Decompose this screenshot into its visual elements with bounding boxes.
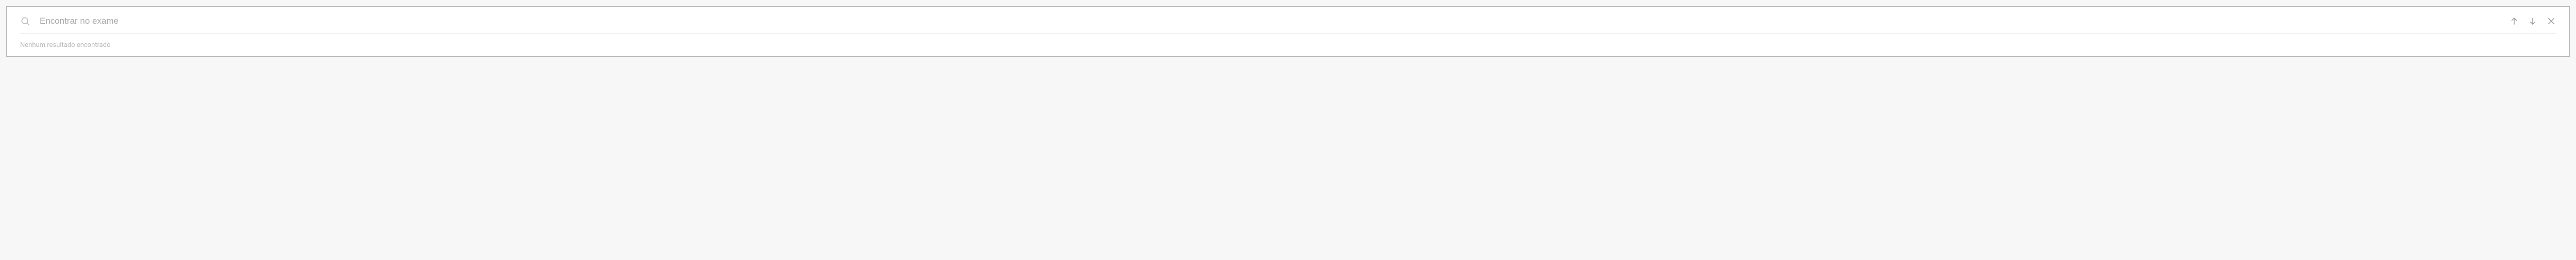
next-result-button[interactable] bbox=[2528, 17, 2537, 26]
close-search-button[interactable] bbox=[2547, 17, 2556, 26]
no-results-text: Nenhum resultado encontrado bbox=[20, 41, 2556, 49]
search-icon bbox=[20, 16, 30, 26]
arrow-up-icon bbox=[2510, 17, 2519, 26]
find-in-exam-panel: Nenhum resultado encontrado bbox=[6, 6, 2570, 57]
close-icon bbox=[2547, 17, 2556, 26]
search-row bbox=[20, 16, 2556, 34]
search-nav-controls bbox=[2510, 17, 2556, 26]
arrow-down-icon bbox=[2528, 17, 2537, 26]
prev-result-button[interactable] bbox=[2510, 17, 2519, 26]
search-input[interactable] bbox=[40, 16, 2500, 26]
